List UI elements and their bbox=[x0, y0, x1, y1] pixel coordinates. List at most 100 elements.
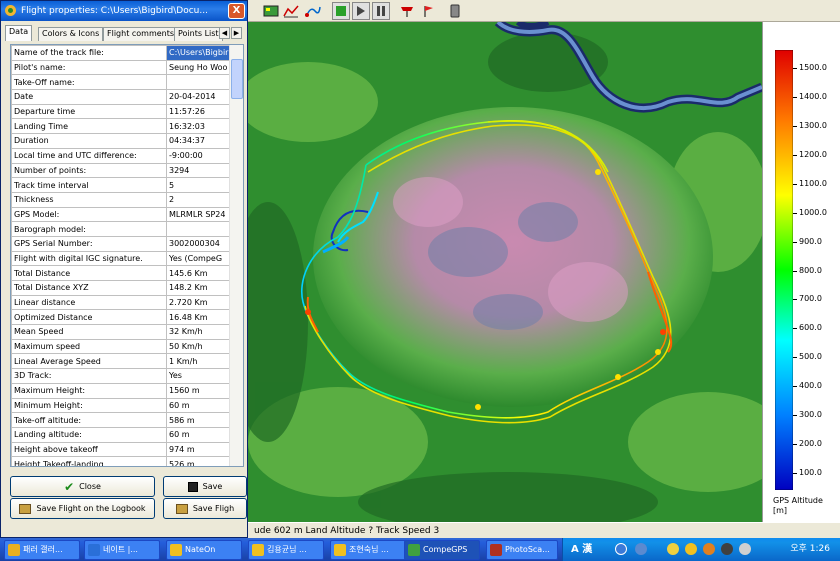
tab-points-list[interactable]: Points List bbox=[174, 27, 223, 41]
grid-row[interactable]: Height Takeoff-landing 526 m bbox=[11, 456, 231, 466]
property-value[interactable]: 5 bbox=[166, 177, 231, 193]
legend-tick bbox=[793, 154, 797, 156]
save-flight-button[interactable]: Save Fligh bbox=[163, 498, 247, 519]
grid-row[interactable]: Local time and UTC difference: -9:00:00 bbox=[11, 147, 231, 164]
map-tool-icon[interactable] bbox=[262, 2, 280, 20]
property-value[interactable]: 60 m bbox=[166, 426, 231, 443]
step-icon[interactable] bbox=[352, 2, 370, 20]
grid-row[interactable]: Take-Off name: bbox=[11, 74, 231, 91]
grid-row[interactable]: Linear distance 2.720 Km bbox=[11, 294, 231, 311]
taskbar-app-icon bbox=[408, 544, 420, 556]
shield-icon[interactable] bbox=[721, 543, 733, 555]
property-value[interactable]: 16.48 Km bbox=[166, 309, 231, 326]
grid-scrollbar[interactable] bbox=[229, 45, 243, 466]
alert-icon[interactable] bbox=[703, 543, 715, 555]
grid-row[interactable]: Total Distance XYZ 148.2 Km bbox=[11, 280, 231, 296]
property-value[interactable]: -9:00:00 bbox=[166, 147, 231, 164]
grid-row[interactable]: Pilot's name: Seung Ho Woo bbox=[11, 59, 231, 76]
route-icon[interactable] bbox=[304, 2, 322, 20]
property-value[interactable]: 148.2 Km bbox=[166, 280, 231, 296]
grid-row[interactable]: GPS Serial Number: 3002000304 bbox=[11, 235, 231, 252]
flight-icon[interactable] bbox=[398, 2, 416, 20]
grid-row[interactable]: Landing altitude: 60 m bbox=[11, 426, 231, 443]
property-value[interactable]: Yes (CompeG bbox=[166, 250, 231, 267]
property-value[interactable]: MLRMLR SP24 bbox=[166, 206, 231, 223]
property-value[interactable]: Yes bbox=[166, 368, 231, 384]
grid-row[interactable]: Date 20-04-2014 bbox=[11, 89, 231, 105]
close-button[interactable]: ✔ Close bbox=[10, 476, 155, 497]
property-value[interactable]: 3294 bbox=[166, 162, 231, 179]
property-value[interactable]: 2.720 Km bbox=[166, 294, 231, 311]
dialog-title-bar[interactable]: Flight properties: C:\Users\Bigbird\Docu… bbox=[1, 1, 247, 21]
volume-icon[interactable] bbox=[739, 543, 751, 555]
close-icon[interactable]: X bbox=[228, 3, 245, 19]
grid-row[interactable]: Total Distance 145.6 Km bbox=[11, 265, 231, 281]
property-value[interactable]: 32 Km/h bbox=[166, 324, 231, 340]
grid-row[interactable]: Mean Speed 32 Km/h bbox=[11, 324, 231, 340]
property-value[interactable]: Seung Ho Woo bbox=[166, 59, 231, 76]
property-value[interactable] bbox=[166, 74, 231, 91]
property-value[interactable]: 145.6 Km bbox=[166, 265, 231, 281]
property-value[interactable]: 1 Km/h bbox=[166, 353, 231, 370]
messenger-icon[interactable] bbox=[667, 543, 679, 555]
tab-data[interactable]: Data bbox=[5, 25, 33, 41]
property-value[interactable] bbox=[166, 221, 231, 237]
property-value[interactable]: 60 m bbox=[166, 397, 231, 414]
property-value[interactable]: 04:34:37 bbox=[166, 133, 231, 149]
grid-row[interactable]: Take-off altitude: 586 m bbox=[11, 412, 231, 428]
grid-row[interactable]: Optimized Distance 16.48 Km bbox=[11, 309, 231, 326]
help-icon[interactable] bbox=[615, 543, 627, 555]
taskbar-item[interactable]: 네이트 |... bbox=[84, 540, 160, 560]
taskbar-clock[interactable]: 오후 1:26 bbox=[790, 538, 830, 561]
grid-row[interactable]: Maximum Height: 1560 m bbox=[11, 382, 231, 399]
network-icon[interactable] bbox=[635, 543, 647, 555]
chart-icon[interactable] bbox=[282, 2, 300, 20]
grid-row[interactable]: Number of points: 3294 bbox=[11, 162, 231, 179]
grid-row[interactable]: Maximum speed 50 Km/h bbox=[11, 338, 231, 355]
property-value[interactable]: 526 m bbox=[166, 456, 231, 466]
pin-icon[interactable] bbox=[418, 2, 436, 20]
property-value[interactable]: 16:32:03 bbox=[166, 118, 231, 135]
pause-icon[interactable] bbox=[372, 2, 390, 20]
taskbar-item[interactable]: 조현숙님 ... bbox=[330, 540, 406, 560]
taskbar-item[interactable]: 김용균님 ... bbox=[248, 540, 324, 560]
taskbar-item[interactable]: NateOn bbox=[166, 540, 242, 560]
save-logbook-button[interactable]: Save Flight on the Logbook bbox=[10, 498, 155, 519]
property-value[interactable]: 586 m bbox=[166, 412, 231, 428]
property-value[interactable]: 11:57:26 bbox=[166, 103, 231, 120]
property-value[interactable]: 20-04-2014 bbox=[166, 89, 231, 105]
tab-scroll-left-icon[interactable]: ◀ bbox=[219, 27, 230, 39]
taskbar-item[interactable]: PhotoSca... bbox=[486, 540, 558, 560]
nateon-tray-icon[interactable] bbox=[685, 543, 697, 555]
grid-row[interactable]: Departure time 11:57:26 bbox=[11, 103, 231, 120]
property-value[interactable]: 50 Km/h bbox=[166, 338, 231, 355]
grid-row[interactable]: Name of the track file: C:\Users\Bigbir bbox=[11, 45, 231, 61]
taskbar-item[interactable]: 패러 갤러... bbox=[4, 540, 80, 560]
property-value[interactable]: C:\Users\Bigbir bbox=[166, 45, 231, 61]
grid-row[interactable]: Landing Time 16:32:03 bbox=[11, 118, 231, 135]
grid-row[interactable]: Barograph model: bbox=[11, 221, 231, 237]
save-button[interactable]: Save bbox=[163, 476, 247, 497]
grid-row[interactable]: Lineal Average Speed 1 Km/h bbox=[11, 353, 231, 370]
ime-indicator[interactable]: A 漢 bbox=[571, 538, 592, 561]
grid-row[interactable]: Flight with digital IGC signature. Yes (C… bbox=[11, 250, 231, 267]
property-value[interactable]: 1560 m bbox=[166, 382, 231, 399]
grid-row[interactable]: Duration 04:34:37 bbox=[11, 133, 231, 149]
taskbar-item[interactable]: CompeGPS bbox=[404, 540, 480, 560]
play-icon[interactable] bbox=[332, 2, 350, 20]
grid-row[interactable]: Height above takeoff 974 m bbox=[11, 441, 231, 458]
grid-scrollbar-thumb[interactable] bbox=[231, 59, 243, 99]
tab-flight-comments[interactable]: Flight comments: bbox=[103, 27, 181, 41]
property-value[interactable]: 3002000304 bbox=[166, 235, 231, 252]
tab-colors-icons[interactable]: Colors & Icons bbox=[38, 27, 104, 41]
grid-row[interactable]: GPS Model: MLRMLR SP24 bbox=[11, 206, 231, 223]
grid-row[interactable]: Track time interval 5 bbox=[11, 177, 231, 193]
phone-icon[interactable] bbox=[446, 2, 464, 20]
property-value[interactable]: 974 m bbox=[166, 441, 231, 458]
property-value[interactable]: 2 bbox=[166, 191, 231, 208]
satellite-map[interactable] bbox=[248, 22, 762, 522]
grid-row[interactable]: Thickness 2 bbox=[11, 191, 231, 208]
grid-row[interactable]: 3D Track: Yes bbox=[11, 368, 231, 384]
grid-row[interactable]: Minimum Height: 60 m bbox=[11, 397, 231, 414]
tab-scroll-right-icon[interactable]: ▶ bbox=[231, 27, 242, 39]
